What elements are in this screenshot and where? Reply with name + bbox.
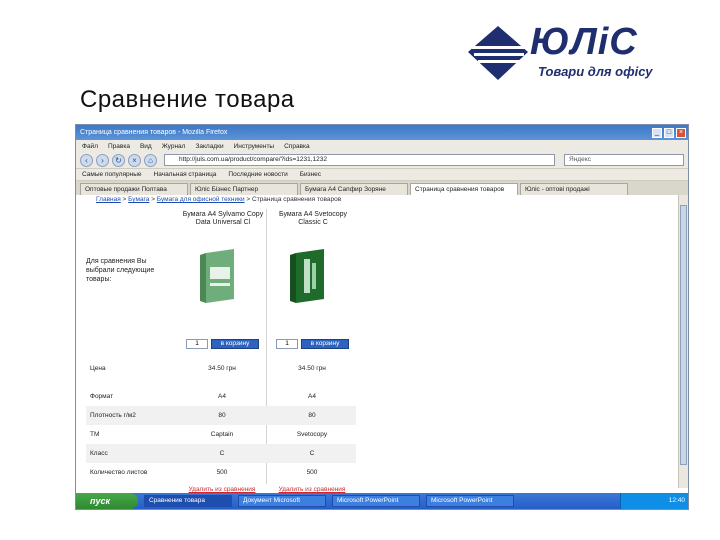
menu-file[interactable]: Файл (82, 143, 98, 150)
forward-arrow-icon[interactable]: › (96, 153, 109, 167)
breadcrumb-current: Страница сравнения товаров (252, 196, 342, 203)
browser-tab[interactable]: Юліс - оптові продажі (520, 183, 628, 195)
close-button[interactable]: × (676, 127, 686, 138)
logo-diamond-icon (468, 26, 528, 80)
table-row-sheets: Количество листов 500 500 (86, 463, 356, 482)
quantity-input[interactable]: 1 (276, 339, 298, 349)
navigation-toolbar: ‹ › ↻ × ⌂ http://juls.com.ua/product/com… (76, 152, 688, 169)
browser-tab-active[interactable]: Страница сравнения товаров (410, 183, 518, 195)
table-row-density: Плотность г/м2 80 80 (86, 406, 356, 425)
logo-brand-text: ЮЛіС (530, 21, 638, 63)
menu-edit[interactable]: Правка (108, 143, 130, 150)
product-name-link[interactable]: Бумага А4 Sylvamo Copy Data Universal Cl (182, 211, 264, 227)
row-label: Формат (90, 393, 114, 400)
cell-value: 34.50 грн (208, 365, 236, 372)
presentation-slide: ЮЛіС Товари для офісу Сравнение товара С… (0, 0, 720, 540)
tab-bar: Оптовые продажи Полтава Юліс Бізнес Парт… (76, 181, 688, 195)
company-logo: ЮЛіС Товари для офісу (468, 22, 694, 84)
product-name-link[interactable]: Бумага А4 Svetocopy Classic C (272, 211, 354, 227)
comparison-intro: Для сравнения Вы выбрали следующие товар… (86, 258, 155, 283)
logo-tagline: Товари для офісу (538, 64, 653, 79)
add-to-cart-group: 1 в корзину (276, 339, 349, 349)
taskbar-item[interactable]: Microsoft PowerPoint (426, 495, 514, 507)
quantity-input[interactable]: 1 (186, 339, 208, 349)
add-to-cart-button[interactable]: в корзину (211, 339, 259, 349)
cell-value: 500 (306, 469, 318, 476)
table-row-price: Цена 34.50 грн 34.50 грн (86, 359, 356, 378)
slide-title: Сравнение товара (80, 86, 295, 113)
browser-window: Страница сравнения товаров - Mozilla Fir… (75, 124, 689, 510)
bookmarks-toolbar: Самые популярные Начальная страница Посл… (76, 169, 688, 181)
table-row-brand: ТМ Captain Svetocopy (86, 425, 356, 444)
add-to-cart-group: 1 в корзину (186, 339, 259, 349)
menu-tools[interactable]: Инструменты (234, 143, 275, 150)
bookmark-item[interactable]: Бизнес (300, 171, 321, 178)
menu-view[interactable]: Вид (140, 143, 152, 150)
row-label: Плотность г/м2 (90, 412, 136, 419)
vertical-scrollbar[interactable] (678, 195, 688, 488)
windows-taskbar: пуск Сравнение товара Документ Microsoft… (76, 493, 688, 509)
remove-from-compare-link[interactable]: Удалить из сравнения (268, 486, 356, 493)
row-label: Количество листов (90, 469, 148, 476)
taskbar-item[interactable]: Microsoft PowerPoint (332, 495, 420, 507)
cell-value: 80 (308, 412, 316, 419)
cell-value: A4 (308, 393, 316, 400)
menu-bookmarks[interactable]: Закладки (195, 143, 223, 150)
add-to-cart-button[interactable]: в корзину (301, 339, 349, 349)
back-arrow-icon[interactable]: ‹ (80, 153, 93, 167)
breadcrumb-home-link[interactable]: Главная (96, 196, 121, 203)
menu-bar: Файл Правка Вид Журнал Закладки Инструме… (76, 140, 688, 152)
cell-value: Captain (210, 431, 234, 438)
menu-history[interactable]: Журнал (162, 143, 186, 150)
row-label: Цена (90, 365, 106, 372)
cell-value: 500 (216, 469, 228, 476)
browser-tab[interactable]: Бумага А4 Сапфир Зоряне (300, 183, 408, 195)
system-tray-clock: 12:40 (620, 493, 688, 509)
table-row-format: Формат A4 A4 (86, 387, 356, 406)
cell-value: C (309, 450, 315, 457)
browser-tab[interactable]: Оптовые продажи Полтава (80, 183, 188, 195)
breadcrumb-catalog-link[interactable]: Бумага (128, 196, 149, 203)
bookmark-item[interactable]: Самые популярные (82, 171, 142, 178)
remove-from-compare-link[interactable]: Удалить из сравнения (178, 486, 266, 493)
cell-value: C (219, 450, 225, 457)
table-row-class: Класс C C (86, 444, 356, 463)
cell-value: Svetocopy (296, 431, 328, 438)
window-titlebar[interactable]: Страница сравнения товаров - Mozilla Fir… (76, 125, 688, 140)
breadcrumb: Главная > Бумага > Бумага для офисной те… (96, 196, 342, 203)
home-icon[interactable]: ⌂ (144, 153, 157, 167)
menu-help[interactable]: Справка (284, 143, 310, 150)
address-bar[interactable]: http://juls.com.ua/product/compare/?ids=… (164, 154, 555, 166)
minimize-button[interactable]: _ (652, 127, 662, 138)
scrollbar-thumb[interactable] (680, 205, 687, 465)
maximize-button[interactable]: □ (664, 127, 674, 138)
window-title: Страница сравнения товаров - Mozilla Fir… (80, 129, 228, 136)
bookmark-item[interactable]: Начальная страница (154, 171, 217, 178)
cell-value: A4 (218, 393, 226, 400)
breadcrumb-section-link[interactable]: Бумага для офисной техники (157, 196, 245, 203)
browser-tab[interactable]: Юліс Бізнес Партнер (190, 183, 298, 195)
paper-box-image-2[interactable] (290, 247, 330, 303)
stop-icon[interactable]: × (128, 153, 141, 167)
cell-value: 80 (218, 412, 226, 419)
row-label: Класс (90, 450, 108, 457)
taskbar-item[interactable]: Документ Microsoft (238, 495, 326, 507)
reload-icon[interactable]: ↻ (112, 153, 125, 167)
row-label: ТМ (90, 431, 100, 438)
cell-value: 34.50 грн (298, 365, 326, 372)
start-button[interactable]: пуск (76, 493, 138, 509)
search-input[interactable]: Яндекс (564, 154, 684, 166)
taskbar-item[interactable]: Сравнение товара (144, 495, 232, 507)
paper-box-image-1[interactable] (200, 247, 240, 303)
bookmark-item[interactable]: Последние новости (228, 171, 287, 178)
page-content: Главная > Бумага > Бумага для офисной те… (76, 195, 680, 493)
